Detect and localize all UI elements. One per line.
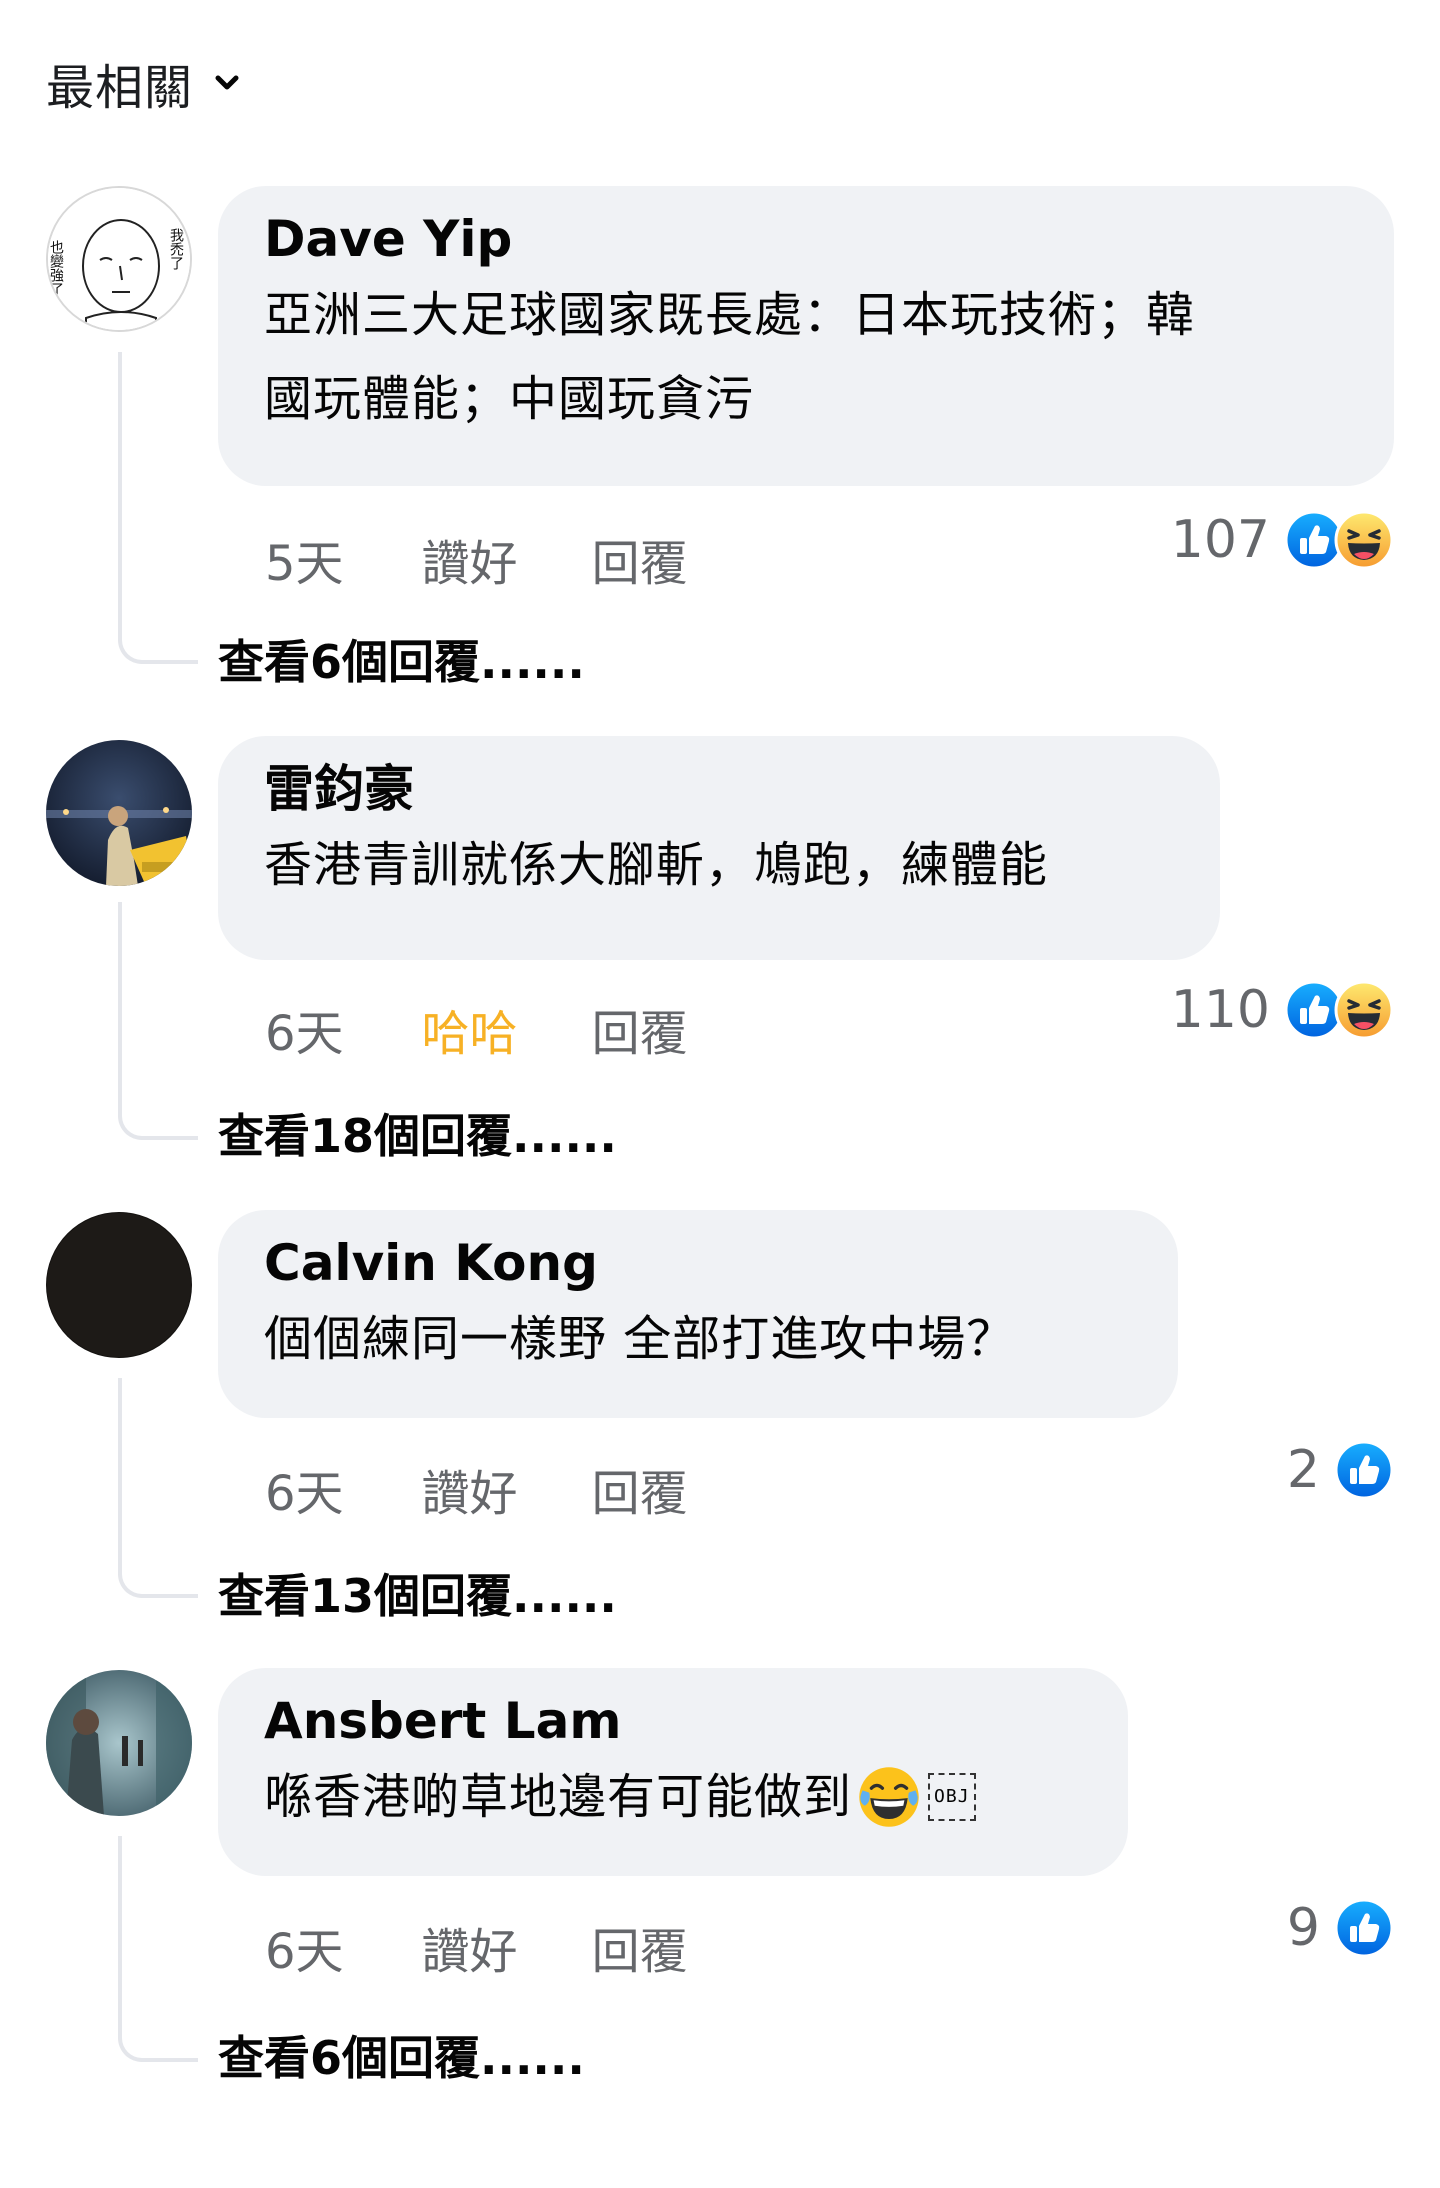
reply-button[interactable]: 回覆 — [592, 1912, 688, 1982]
reaction-summary[interactable]: 107 — [1171, 510, 1394, 570]
reply-button[interactable]: 回覆 — [592, 994, 688, 1064]
reaction-summary[interactable]: 2 — [1287, 1440, 1394, 1500]
comment-bubble: 雷鈞豪 香港青訓就係大腳斬，鳩跑，練體能 — [218, 736, 1220, 960]
like-icon — [1334, 1898, 1394, 1958]
comment-author[interactable]: 雷鈞豪 — [264, 758, 1174, 820]
comment-time: 6天 — [265, 1006, 344, 1062]
avatar[interactable] — [46, 740, 192, 886]
comment-text-line: 個個練同一樣野 全部打進攻中場？ — [264, 1311, 1016, 1367]
reaction-count: 2 — [1286, 1440, 1320, 1500]
comment-author[interactable]: Calvin Kong — [264, 1232, 1132, 1294]
thread-line — [118, 352, 198, 664]
comment-actions: 6天 讚好 回覆 — [265, 1454, 762, 1524]
comment-author[interactable]: Dave Yip — [264, 208, 1348, 270]
haha-icon — [1334, 510, 1394, 570]
reaction-count: 107 — [1170, 510, 1270, 570]
reply-button[interactable]: 回覆 — [592, 524, 688, 594]
comment-text: 喺香港啲草地邊有可能做到 — [264, 1769, 853, 1825]
comment: 雷鈞豪 香港青訓就係大腳斬，鳩跑，練體能 6天 哈哈 回覆 110 查看18個回… — [0, 736, 1440, 1256]
sort-dropdown[interactable]: 最相關 — [46, 48, 241, 118]
view-replies-link[interactable]: 查看13個回覆...... — [218, 1560, 617, 1626]
comment-actions: 5天 讚好 回覆 — [265, 524, 762, 594]
comment-bubble: Ansbert Lam 喺香港啲草地邊有可能做到 OBJ — [218, 1668, 1128, 1876]
sort-label: 最相關 — [46, 60, 194, 116]
like-button[interactable]: 讚好 — [422, 524, 518, 594]
comment-text-line: 亞洲三大足球國家既長處：日本玩技術；韓 — [264, 287, 1196, 343]
comment: Calvin Kong 個個練同一樣野 全部打進攻中場？ 6天 讚好 回覆 2 … — [0, 1210, 1440, 1730]
haha-icon — [1334, 980, 1394, 1040]
reaction-count: 110 — [1170, 980, 1270, 1040]
laugh-tears-icon — [859, 1767, 919, 1827]
haha-reacted-button[interactable]: 哈哈 — [422, 994, 518, 1064]
comment-actions: 6天 哈哈 回覆 — [265, 994, 762, 1064]
avatar[interactable]: 也變強了 我禿了 — [46, 186, 192, 332]
reaction-summary[interactable]: 9 — [1287, 1898, 1394, 1958]
comment-bubble: Calvin Kong 個個練同一樣野 全部打進攻中場？ — [218, 1210, 1178, 1418]
reply-button[interactable]: 回覆 — [592, 1454, 688, 1524]
avatar-caption-right: 我禿了 — [168, 228, 184, 270]
like-button[interactable]: 讚好 — [422, 1454, 518, 1524]
thread-line — [118, 1378, 198, 1598]
comment-text-line: 喺香港啲草地邊有可能做到 OBJ — [264, 1752, 1082, 1842]
comment-actions: 6天 讚好 回覆 — [265, 1912, 762, 1982]
obj-placeholder: OBJ — [928, 1773, 976, 1821]
comment: Ansbert Lam 喺香港啲草地邊有可能做到 OBJ 6天 讚好 回覆 9 … — [0, 1668, 1440, 2188]
comment: 也變強了 我禿了 Dave Yip 亞洲三大足球國家既長處：日本玩技術；韓 國玩… — [0, 186, 1440, 706]
comment-time: 5天 — [265, 536, 344, 592]
comment-time: 6天 — [265, 1924, 344, 1980]
comment-text-line: 香港青訓就係大腳斬，鳩跑，練體能 — [264, 837, 1049, 893]
reaction-summary[interactable]: 110 — [1171, 980, 1394, 1040]
like-button[interactable]: 讚好 — [422, 1912, 518, 1982]
view-replies-link[interactable]: 查看18個回覆...... — [218, 1100, 617, 1166]
view-replies-link[interactable]: 查看6個回覆...... — [218, 2022, 585, 2088]
thread-line — [118, 902, 198, 1140]
comment-text-line: 國玩體能；中國玩貪污 — [264, 371, 755, 427]
thread-line — [118, 1836, 198, 2062]
avatar-caption-left: 也變強了 — [48, 240, 64, 296]
comment-bubble: Dave Yip 亞洲三大足球國家既長處：日本玩技術；韓 國玩體能；中國玩貪污 — [218, 186, 1394, 486]
reaction-count: 9 — [1286, 1898, 1320, 1958]
comment-time: 6天 — [265, 1466, 344, 1522]
like-icon — [1334, 1440, 1394, 1500]
view-replies-link[interactable]: 查看6個回覆...... — [218, 626, 585, 692]
chevron-down-icon — [215, 75, 239, 90]
avatar[interactable] — [46, 1212, 192, 1358]
comment-author[interactable]: Ansbert Lam — [264, 1690, 1082, 1752]
avatar[interactable] — [46, 1670, 192, 1816]
